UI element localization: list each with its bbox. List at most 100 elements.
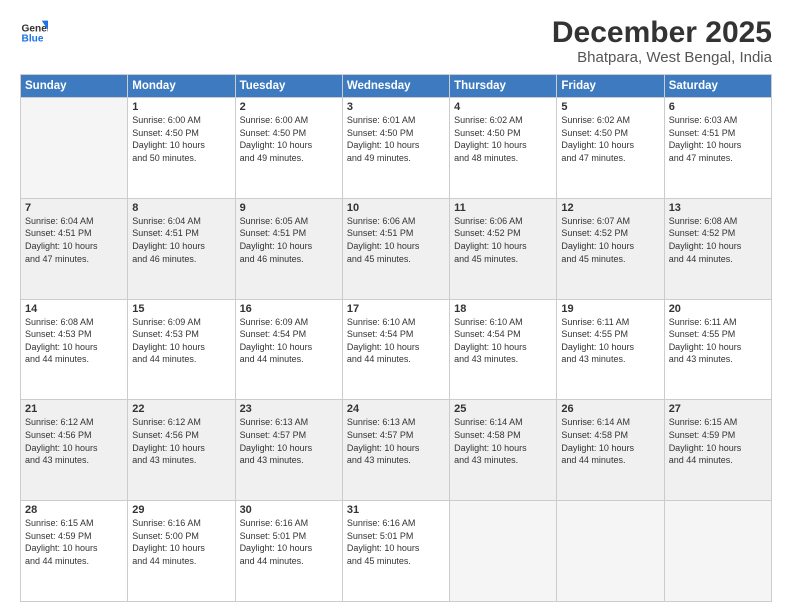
day-number: 1 [132,101,230,113]
day-info: Sunrise: 6:03 AM Sunset: 4:51 PM Dayligh… [669,114,767,164]
day-number: 12 [561,202,659,214]
day-info: Sunrise: 6:10 AM Sunset: 4:54 PM Dayligh… [454,316,552,366]
day-number: 20 [669,303,767,315]
calendar-cell: 25Sunrise: 6:14 AM Sunset: 4:58 PM Dayli… [450,400,557,501]
calendar-cell [664,501,771,602]
logo: General Blue [20,16,48,44]
calendar-cell: 16Sunrise: 6:09 AM Sunset: 4:54 PM Dayli… [235,299,342,400]
day-info: Sunrise: 6:13 AM Sunset: 4:57 PM Dayligh… [347,416,445,466]
calendar-cell: 19Sunrise: 6:11 AM Sunset: 4:55 PM Dayli… [557,299,664,400]
calendar-cell: 7Sunrise: 6:04 AM Sunset: 4:51 PM Daylig… [21,198,128,299]
day-number: 26 [561,403,659,415]
calendar-cell [450,501,557,602]
day-number: 2 [240,101,338,113]
day-info: Sunrise: 6:09 AM Sunset: 4:54 PM Dayligh… [240,316,338,366]
day-info: Sunrise: 6:10 AM Sunset: 4:54 PM Dayligh… [347,316,445,366]
calendar: SundayMondayTuesdayWednesdayThursdayFrid… [20,74,772,602]
day-info: Sunrise: 6:16 AM Sunset: 5:00 PM Dayligh… [132,517,230,567]
day-number: 24 [347,403,445,415]
calendar-cell [557,501,664,602]
calendar-cell [21,98,128,199]
day-number: 11 [454,202,552,214]
title-block: December 2025 Bhatpara, West Bengal, Ind… [552,16,772,66]
week-row-3: 14Sunrise: 6:08 AM Sunset: 4:53 PM Dayli… [21,299,772,400]
week-row-4: 21Sunrise: 6:12 AM Sunset: 4:56 PM Dayli… [21,400,772,501]
calendar-cell: 10Sunrise: 6:06 AM Sunset: 4:51 PM Dayli… [342,198,449,299]
calendar-cell: 28Sunrise: 6:15 AM Sunset: 4:59 PM Dayli… [21,501,128,602]
svg-text:Blue: Blue [22,34,44,44]
calendar-cell: 2Sunrise: 6:00 AM Sunset: 4:50 PM Daylig… [235,98,342,199]
day-info: Sunrise: 6:11 AM Sunset: 4:55 PM Dayligh… [561,316,659,366]
day-info: Sunrise: 6:16 AM Sunset: 5:01 PM Dayligh… [240,517,338,567]
day-number: 16 [240,303,338,315]
day-number: 7 [25,202,123,214]
day-number: 9 [240,202,338,214]
weekday-header-friday: Friday [557,75,664,98]
day-info: Sunrise: 6:04 AM Sunset: 4:51 PM Dayligh… [132,215,230,265]
weekday-header-wednesday: Wednesday [342,75,449,98]
day-info: Sunrise: 6:11 AM Sunset: 4:55 PM Dayligh… [669,316,767,366]
day-info: Sunrise: 6:14 AM Sunset: 4:58 PM Dayligh… [561,416,659,466]
week-row-2: 7Sunrise: 6:04 AM Sunset: 4:51 PM Daylig… [21,198,772,299]
day-number: 15 [132,303,230,315]
day-info: Sunrise: 6:15 AM Sunset: 4:59 PM Dayligh… [25,517,123,567]
day-info: Sunrise: 6:15 AM Sunset: 4:59 PM Dayligh… [669,416,767,466]
calendar-cell: 4Sunrise: 6:02 AM Sunset: 4:50 PM Daylig… [450,98,557,199]
weekday-header-row: SundayMondayTuesdayWednesdayThursdayFrid… [21,75,772,98]
day-number: 27 [669,403,767,415]
day-number: 5 [561,101,659,113]
calendar-cell: 5Sunrise: 6:02 AM Sunset: 4:50 PM Daylig… [557,98,664,199]
calendar-cell: 14Sunrise: 6:08 AM Sunset: 4:53 PM Dayli… [21,299,128,400]
day-number: 8 [132,202,230,214]
calendar-cell: 26Sunrise: 6:14 AM Sunset: 4:58 PM Dayli… [557,400,664,501]
day-number: 22 [132,403,230,415]
calendar-cell: 18Sunrise: 6:10 AM Sunset: 4:54 PM Dayli… [450,299,557,400]
calendar-cell: 30Sunrise: 6:16 AM Sunset: 5:01 PM Dayli… [235,501,342,602]
day-info: Sunrise: 6:01 AM Sunset: 4:50 PM Dayligh… [347,114,445,164]
day-number: 31 [347,504,445,516]
day-number: 29 [132,504,230,516]
day-info: Sunrise: 6:14 AM Sunset: 4:58 PM Dayligh… [454,416,552,466]
header: General Blue December 2025 Bhatpara, Wes… [20,16,772,66]
calendar-cell: 12Sunrise: 6:07 AM Sunset: 4:52 PM Dayli… [557,198,664,299]
day-info: Sunrise: 6:00 AM Sunset: 4:50 PM Dayligh… [240,114,338,164]
calendar-cell: 20Sunrise: 6:11 AM Sunset: 4:55 PM Dayli… [664,299,771,400]
weekday-header-sunday: Sunday [21,75,128,98]
day-info: Sunrise: 6:02 AM Sunset: 4:50 PM Dayligh… [561,114,659,164]
calendar-cell: 22Sunrise: 6:12 AM Sunset: 4:56 PM Dayli… [128,400,235,501]
logo-icon: General Blue [20,16,48,44]
subtitle: Bhatpara, West Bengal, India [552,49,772,66]
day-info: Sunrise: 6:04 AM Sunset: 4:51 PM Dayligh… [25,215,123,265]
day-info: Sunrise: 6:07 AM Sunset: 4:52 PM Dayligh… [561,215,659,265]
day-info: Sunrise: 6:05 AM Sunset: 4:51 PM Dayligh… [240,215,338,265]
day-info: Sunrise: 6:12 AM Sunset: 4:56 PM Dayligh… [25,416,123,466]
day-number: 19 [561,303,659,315]
calendar-cell: 6Sunrise: 6:03 AM Sunset: 4:51 PM Daylig… [664,98,771,199]
calendar-cell: 15Sunrise: 6:09 AM Sunset: 4:53 PM Dayli… [128,299,235,400]
calendar-cell: 17Sunrise: 6:10 AM Sunset: 4:54 PM Dayli… [342,299,449,400]
week-row-1: 1 Sunrise: 6:00 AM Sunset: 4:50 PM Daylig… [21,98,772,199]
calendar-cell: 3Sunrise: 6:01 AM Sunset: 4:50 PM Daylig… [342,98,449,199]
day-number: 3 [347,101,445,113]
calendar-cell: 31Sunrise: 6:16 AM Sunset: 5:01 PM Dayli… [342,501,449,602]
day-info: Sunrise: 6:09 AM Sunset: 4:53 PM Dayligh… [132,316,230,366]
page: General Blue December 2025 Bhatpara, Wes… [0,0,792,612]
day-info: Sunrise: 6:06 AM Sunset: 4:52 PM Dayligh… [454,215,552,265]
day-info: Sunrise: 6:13 AM Sunset: 4:57 PM Dayligh… [240,416,338,466]
day-info: Sunrise: 6:06 AM Sunset: 4:51 PM Dayligh… [347,215,445,265]
day-number: 23 [240,403,338,415]
calendar-cell: 9Sunrise: 6:05 AM Sunset: 4:51 PM Daylig… [235,198,342,299]
calendar-cell: 27Sunrise: 6:15 AM Sunset: 4:59 PM Dayli… [664,400,771,501]
day-number: 25 [454,403,552,415]
calendar-cell: 29Sunrise: 6:16 AM Sunset: 5:00 PM Dayli… [128,501,235,602]
day-number: 17 [347,303,445,315]
day-number: 4 [454,101,552,113]
day-number: 6 [669,101,767,113]
calendar-cell: 21Sunrise: 6:12 AM Sunset: 4:56 PM Dayli… [21,400,128,501]
day-number: 30 [240,504,338,516]
calendar-cell: 23Sunrise: 6:13 AM Sunset: 4:57 PM Dayli… [235,400,342,501]
calendar-cell: 24Sunrise: 6:13 AM Sunset: 4:57 PM Dayli… [342,400,449,501]
day-number: 18 [454,303,552,315]
day-number: 13 [669,202,767,214]
calendar-cell: 13Sunrise: 6:08 AM Sunset: 4:52 PM Dayli… [664,198,771,299]
